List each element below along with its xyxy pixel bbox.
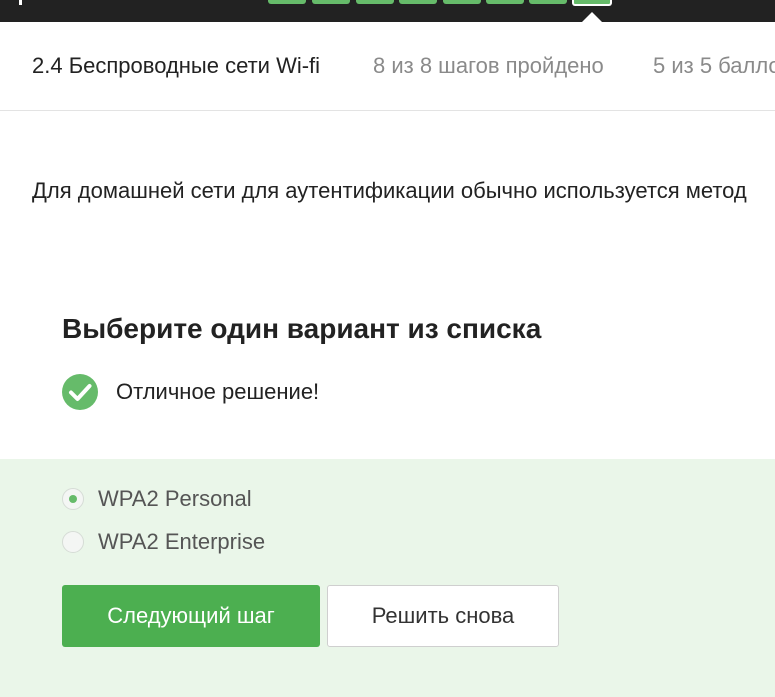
step-indicator[interactable] xyxy=(268,0,306,4)
menu-edge-icon xyxy=(19,0,22,5)
next-step-button[interactable]: Следующий шаг xyxy=(62,585,320,647)
radio-dot-icon xyxy=(69,495,77,503)
radio-button-selected[interactable] xyxy=(62,488,84,510)
lesson-title: 2.4 Беспроводные сети Wi-fi xyxy=(32,53,321,78)
lesson-header: 2.4 Беспроводные сети Wi-fi 8 из 8 шагов… xyxy=(0,22,775,111)
step-indicator[interactable] xyxy=(443,0,481,4)
lesson-score: 5 из 5 баллов xyxy=(653,53,775,78)
top-navigation-bar xyxy=(0,0,775,22)
step-indicator[interactable] xyxy=(486,0,524,4)
step-indicator[interactable] xyxy=(312,0,350,4)
lesson-progress: 8 из 8 шагов пройдено xyxy=(373,53,604,78)
current-step-caret-icon xyxy=(582,12,602,22)
quiz-heading: Выберите один вариант из списка xyxy=(62,313,542,344)
feedback-text: Отличное решение! xyxy=(116,379,320,404)
answer-option-label[interactable]: WPA2 Enterprise xyxy=(98,529,265,555)
answer-option-label[interactable]: WPA2 Personal xyxy=(98,486,252,512)
step-indicator[interactable] xyxy=(529,0,567,4)
check-circle-icon xyxy=(62,374,98,410)
retry-button[interactable]: Решить снова xyxy=(327,585,559,647)
step-indicator-current[interactable] xyxy=(572,0,612,6)
question-text: Для домашней сети для аутентификации обы… xyxy=(32,178,747,203)
step-indicator[interactable] xyxy=(399,0,437,4)
radio-button[interactable] xyxy=(62,531,84,553)
step-indicator[interactable] xyxy=(356,0,394,4)
